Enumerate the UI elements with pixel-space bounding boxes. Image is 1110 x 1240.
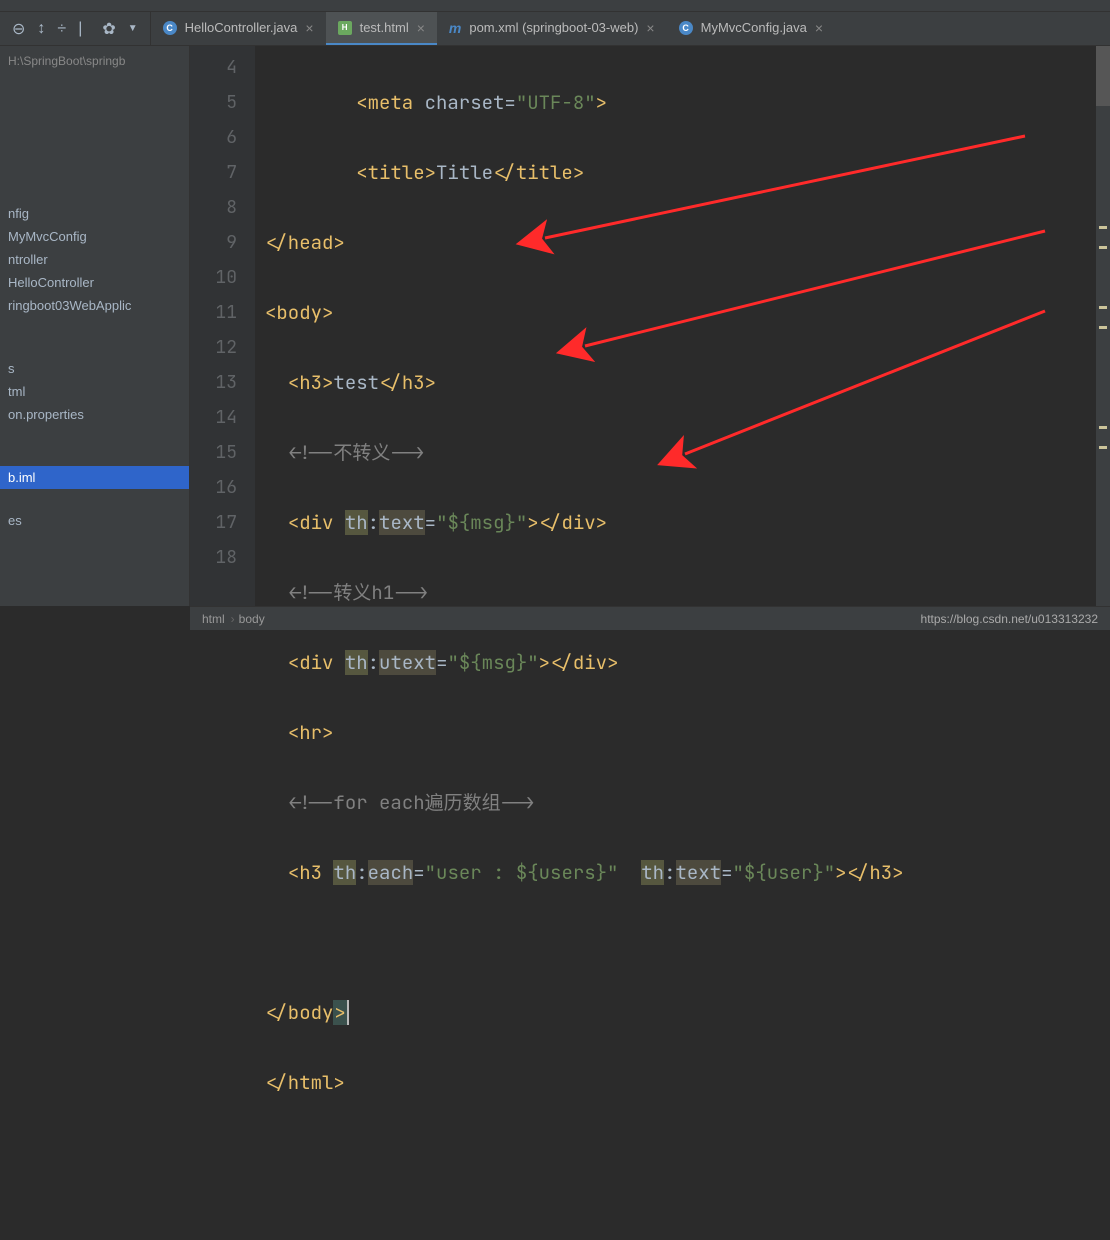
java-icon: C bbox=[163, 21, 177, 35]
expand-icon[interactable]: ↕ bbox=[37, 20, 45, 38]
crumb[interactable]: body bbox=[239, 612, 265, 626]
toolbar-icon-group: ⊖ ↕ ÷ | ✿ ▼ bbox=[0, 12, 151, 45]
close-icon[interactable]: × bbox=[417, 20, 425, 36]
java-icon: C bbox=[679, 21, 693, 35]
scroll-mark bbox=[1099, 246, 1107, 249]
line-number: 8 bbox=[190, 190, 237, 225]
line-number: 5 bbox=[190, 85, 237, 120]
status-bar: html body https://blog.csdn.net/u0133132… bbox=[190, 606, 1110, 630]
scroll-mark bbox=[1099, 326, 1107, 329]
close-icon[interactable]: × bbox=[815, 20, 823, 36]
close-icon[interactable]: × bbox=[646, 20, 654, 36]
editor[interactable]: 4 5 6 7 8 9 10 11 12 13 14 15 16 17 18 <… bbox=[190, 46, 1110, 606]
vertical-scrollbar[interactable] bbox=[1096, 46, 1110, 606]
dropdown-icon[interactable]: ▼ bbox=[128, 23, 138, 34]
editor-tabs: C HelloController.java × H test.html × m… bbox=[151, 12, 835, 45]
tab-pom-xml[interactable]: m pom.xml (springboot-03-web) × bbox=[437, 12, 667, 45]
scroll-mark bbox=[1099, 426, 1107, 429]
line-number: 14 bbox=[190, 400, 237, 435]
sidebar-item[interactable]: es bbox=[0, 509, 189, 532]
collapse-icon[interactable]: ⊖ bbox=[12, 19, 25, 39]
sidebar-item[interactable]: s bbox=[0, 357, 189, 380]
html-icon: H bbox=[338, 21, 352, 35]
tab-label: HelloController.java bbox=[185, 20, 298, 35]
toolbar: ⊖ ↕ ÷ | ✿ ▼ C HelloController.java × H t… bbox=[0, 12, 1110, 46]
sidebar-item[interactable]: nfig bbox=[0, 202, 189, 225]
tab-mymvcconfig[interactable]: C MyMvcConfig.java × bbox=[667, 12, 835, 45]
line-number: 11 bbox=[190, 295, 237, 330]
sidebar-item[interactable]: ntroller bbox=[0, 248, 189, 271]
gear-icon[interactable]: ✿ bbox=[102, 19, 115, 39]
line-number: 13 bbox=[190, 365, 237, 400]
project-path: H:\SpringBoot\springb bbox=[0, 50, 189, 72]
line-number: 9 bbox=[190, 225, 237, 260]
sidebar-item[interactable]: HelloController bbox=[0, 271, 189, 294]
show-icon[interactable]: ÷ bbox=[57, 20, 66, 38]
breadcrumb-bar bbox=[0, 0, 1110, 12]
scroll-mark bbox=[1099, 306, 1107, 309]
sidebar-item[interactable]: ringboot03WebApplic bbox=[0, 294, 189, 317]
scroll-mark bbox=[1099, 446, 1107, 449]
line-number: 7 bbox=[190, 155, 237, 190]
sidebar-item[interactable]: tml bbox=[0, 380, 189, 403]
watermark: https://blog.csdn.net/u013313232 bbox=[921, 612, 1098, 626]
breadcrumb[interactable]: html body bbox=[202, 612, 265, 626]
line-gutter: 4 5 6 7 8 9 10 11 12 13 14 15 16 17 18 bbox=[190, 46, 255, 606]
code-content[interactable]: <meta charset="UTF-8"> <title>Title</tit… bbox=[255, 46, 1110, 606]
tab-label: pom.xml (springboot-03-web) bbox=[469, 20, 638, 35]
line-number: 17 bbox=[190, 505, 237, 540]
tab-hello-controller[interactable]: C HelloController.java × bbox=[151, 12, 326, 45]
sidebar-item[interactable]: MyMvcConfig bbox=[0, 225, 189, 248]
scroll-thumb[interactable] bbox=[1096, 46, 1110, 106]
line-number: 10 bbox=[190, 260, 237, 295]
line-number: 15 bbox=[190, 435, 237, 470]
line-number: 18 bbox=[190, 540, 237, 575]
xml-icon: m bbox=[449, 20, 461, 36]
line-number: 6 bbox=[190, 120, 237, 155]
line-number: 12 bbox=[190, 330, 237, 365]
tab-test-html[interactable]: H test.html × bbox=[326, 12, 437, 45]
close-icon[interactable]: × bbox=[305, 20, 313, 36]
main-area: H:\SpringBoot\springb nfig MyMvcConfig n… bbox=[0, 46, 1110, 606]
line-number: 16 bbox=[190, 470, 237, 505]
tab-label: MyMvcConfig.java bbox=[701, 20, 807, 35]
scroll-mark bbox=[1099, 226, 1107, 229]
tab-label: test.html bbox=[360, 20, 409, 35]
crumb[interactable]: html bbox=[202, 612, 225, 626]
sidebar-item[interactable]: b.iml bbox=[0, 466, 189, 489]
sidebar-item[interactable]: on.properties bbox=[0, 403, 189, 426]
line-number: 4 bbox=[190, 50, 237, 85]
divider: | bbox=[78, 20, 82, 38]
project-sidebar[interactable]: H:\SpringBoot\springb nfig MyMvcConfig n… bbox=[0, 46, 190, 606]
